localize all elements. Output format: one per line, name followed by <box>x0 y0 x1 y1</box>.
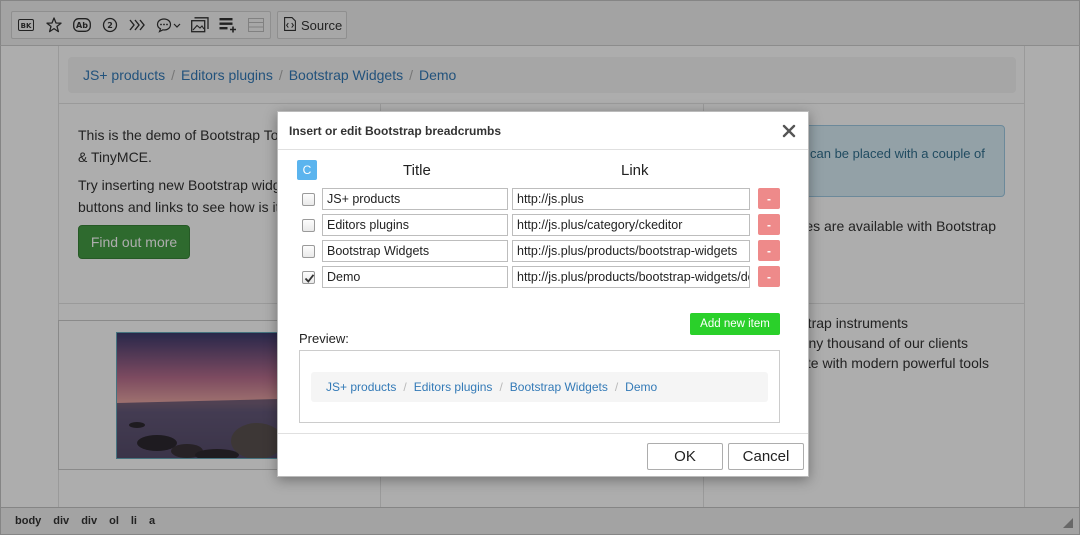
checkmark-icon <box>304 274 315 283</box>
preview-breadcrumb-link[interactable]: Editors plugins <box>414 380 493 394</box>
preview-box: JS+ products / Editors plugins / Bootstr… <box>299 350 780 423</box>
remove-item-button[interactable]: - <box>758 214 780 235</box>
ok-button[interactable]: OK <box>647 443 723 470</box>
column-header-link: Link <box>621 162 649 179</box>
breadcrumb-separator: / <box>614 380 619 394</box>
dialog-title: Insert or edit Bootstrap breadcrumbs <box>289 124 502 138</box>
breadcrumb-item-row: Demo http://js.plus/products/bootstrap-w… <box>278 266 808 288</box>
breadcrumb-separator: / <box>499 380 503 394</box>
breadcrumb-item-row: Bootstrap Widgets http://js.plus/product… <box>278 240 808 262</box>
close-icon[interactable] <box>781 123 797 139</box>
dialog-header: Insert or edit Bootstrap breadcrumbs <box>278 112 808 150</box>
item-title-input[interactable]: Editors plugins <box>322 214 508 236</box>
preview-breadcrumb-link[interactable]: JS+ products <box>326 380 396 394</box>
row-select-checkbox[interactable] <box>302 245 315 258</box>
remove-item-button[interactable]: - <box>758 240 780 261</box>
row-select-checkbox[interactable] <box>302 219 315 232</box>
item-link-input[interactable]: http://js.plus/category/ckeditor <box>512 214 750 236</box>
breadcrumb-item-row: JS+ products http://js.plus - <box>278 188 808 210</box>
row-select-checkbox-checked[interactable] <box>302 271 315 284</box>
preview-breadcrumb: JS+ products / Editors plugins / Bootstr… <box>311 372 768 402</box>
breadcrumb-separator: / <box>403 380 407 394</box>
column-header-title: Title <box>403 162 431 179</box>
preview-breadcrumb-link[interactable]: Demo <box>625 380 657 394</box>
clear-c-button[interactable]: C <box>297 160 317 180</box>
add-new-item-button[interactable]: Add new item <box>690 313 780 335</box>
item-title-input[interactable]: JS+ products <box>322 188 508 210</box>
breadcrumbs-dialog: Insert or edit Bootstrap breadcrumbs C T… <box>277 111 809 477</box>
item-link-input[interactable]: http://js.plus/products/bootstrap-widget… <box>512 266 750 288</box>
row-select-checkbox[interactable] <box>302 193 315 206</box>
item-link-input[interactable]: http://js.plus <box>512 188 750 210</box>
cancel-button[interactable]: Cancel <box>728 443 804 470</box>
item-title-input[interactable]: Bootstrap Widgets <box>322 240 508 262</box>
preview-label: Preview: <box>299 331 349 346</box>
remove-item-button[interactable]: - <box>758 266 780 287</box>
dialog-footer: OK Cancel <box>278 433 808 476</box>
remove-item-button[interactable]: - <box>758 188 780 209</box>
item-title-input[interactable]: Demo <box>322 266 508 288</box>
item-link-input[interactable]: http://js.plus/products/bootstrap-widget… <box>512 240 750 262</box>
preview-breadcrumb-link[interactable]: Bootstrap Widgets <box>510 380 608 394</box>
breadcrumb-item-row: Editors plugins http://js.plus/category/… <box>278 214 808 236</box>
